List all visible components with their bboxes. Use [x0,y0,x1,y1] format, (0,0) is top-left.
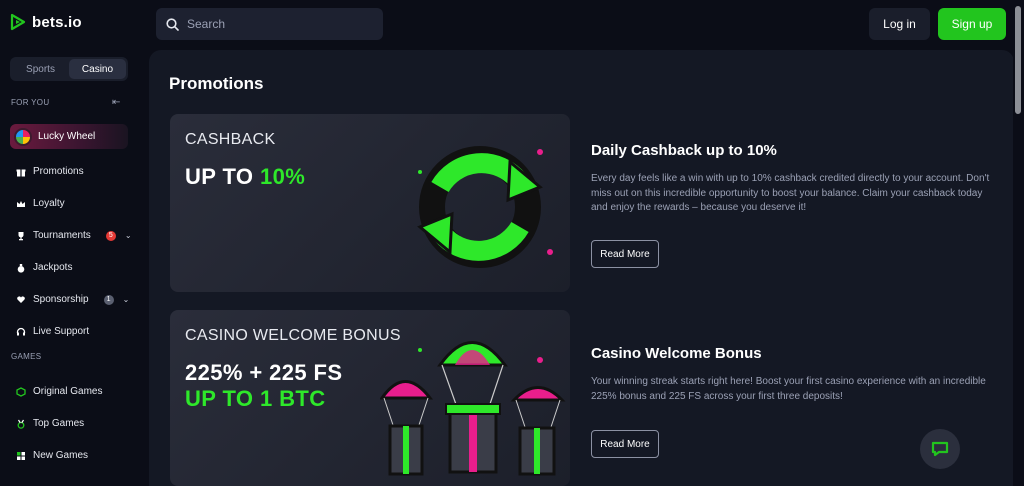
logo[interactable]: bets.io [10,13,82,31]
scrollbar-thumb[interactable] [1015,6,1021,114]
search-icon [166,17,179,31]
chevron-down-icon[interactable]: ⌄ [125,231,132,240]
toggle-casino[interactable]: Casino [69,59,126,79]
app-root: bets.io Log in Sign up Sports Casino FOR… [0,0,1024,486]
section-label-games: GAMES [11,352,42,361]
sidebar-item-label: Sponsorship [33,294,89,305]
sidebar-item-top-games[interactable]: Top Games [16,418,84,429]
sidebar-item-live-support[interactable]: Live Support [16,326,89,337]
chat-icon [931,441,949,457]
sidebar-item-label: Live Support [33,326,90,337]
sidebar-item-original-games[interactable]: Original Games [16,386,102,397]
promo-banner-subtitle: CASHBACK [185,131,276,148]
gift-icon [16,167,26,177]
gift-parachute-icon [380,341,566,476]
promo-description: Every day feels like a win with up to 10… [591,173,990,213]
cashback-arrows-icon [417,146,553,268]
section-label-for-you: FOR YOU [11,98,50,107]
search-bar[interactable] [156,8,383,40]
read-more-button[interactable]: Read More [591,430,659,458]
login-button[interactable]: Log in [869,8,930,40]
collapse-sidebar-icon[interactable]: ⇤ [112,97,120,108]
promo-banner-headline-line2: UP TO 1 BTC [185,386,326,411]
promo-banner-welcome-bonus[interactable]: CASINO WELCOME BONUS 225% + 225 FS UP TO… [170,310,570,486]
chat-button[interactable] [920,429,960,469]
scrollbar[interactable] [1013,0,1024,486]
grid-icon [16,451,26,461]
cube-icon [16,386,26,397]
crown-icon [16,199,26,209]
chevron-down-icon[interactable]: ⌄ [123,295,130,304]
promo-banner-cashback[interactable]: CASHBACK UP TO 10% [170,114,570,292]
sidebar: Sports Casino FOR YOU ⇤ Lucky Wheel Prom… [0,48,140,486]
sidebar-item-label: Loyalty [33,198,65,209]
promo-title: Daily Cashback up to 10% [591,142,777,159]
sponsorship-badge: 1 [103,294,114,305]
promo-banner-subtitle: CASINO WELCOME BONUS [185,327,401,344]
sidebar-item-new-games[interactable]: New Games [16,450,88,461]
trophy-icon [16,231,26,241]
top-bar: bets.io Log in Sign up [0,0,1024,48]
read-more-button[interactable]: Read More [591,240,659,268]
tournaments-badge: 5 [105,230,116,241]
headline-highlight: 10% [259,164,306,189]
promo-title: Casino Welcome Bonus [591,345,762,362]
promo-description: Your winning streak starts right here! B… [591,376,986,402]
sidebar-item-jackpots[interactable]: Jackpots [16,262,72,273]
sidebar-item-promotions[interactable]: Promotions [16,166,84,177]
page-title: Promotions [169,74,264,93]
promo-banner-headline: UP TO 10% [185,164,305,190]
main-content: Promotions CASHBACK UP TO 10% Daily Cash… [149,50,1014,486]
signup-button[interactable]: Sign up [938,8,1006,40]
medal-icon [16,419,26,429]
sidebar-item-label: Jackpots [33,262,73,273]
sidebar-item-label: Original Games [33,386,103,397]
sports-casino-toggle: Sports Casino [10,57,128,81]
logo-text: bets.io [32,13,82,31]
headset-icon [16,327,26,337]
sidebar-item-label: Lucky Wheel [38,131,96,142]
sidebar-item-label: Top Games [33,418,85,429]
sidebar-item-label: Tournaments [33,230,91,241]
sidebar-item-label: Promotions [33,166,84,177]
search-input[interactable] [187,17,367,31]
logo-icon [10,13,26,31]
headline-prefix: UP TO [185,164,260,189]
money-bag-icon [16,263,26,273]
heart-hand-icon [16,295,26,305]
sidebar-item-lucky-wheel[interactable]: Lucky Wheel [10,124,128,149]
sidebar-item-loyalty[interactable]: Loyalty [16,198,65,209]
toggle-sports[interactable]: Sports [12,59,69,79]
lucky-wheel-icon [14,127,32,146]
sidebar-item-sponsorship[interactable]: Sponsorship 1 ⌄ [16,294,129,305]
sidebar-item-tournaments[interactable]: Tournaments 5 ⌄ [16,230,132,241]
promo-banner-headline-line1: 225% + 225 FS [185,360,343,385]
sidebar-item-label: New Games [33,450,89,461]
